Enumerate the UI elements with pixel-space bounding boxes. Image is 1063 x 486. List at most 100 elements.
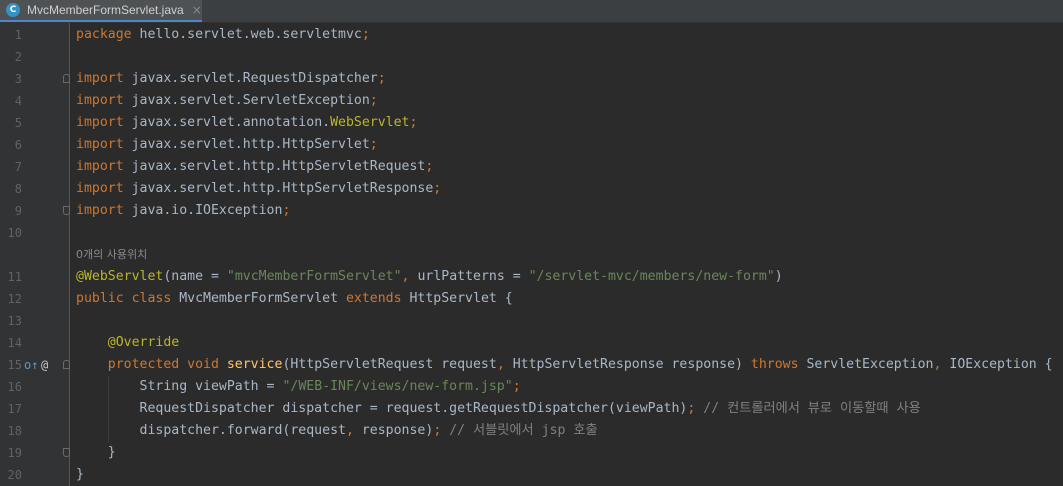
code-line: 17 RequestDispatcher dispatcher = reques… [0,398,1063,420]
code-line: 5 import javax.servlet.annotation.WebServ… [0,112,1063,134]
line-number: 15 [7,358,22,372]
override-method-icon[interactable]: o↑ [24,354,38,376]
code-token: ServletException [806,357,934,372]
code-text[interactable]: } [76,442,116,464]
line-number: 19 [7,446,22,460]
line-number: 3 [14,72,22,86]
code-token: javax.servlet.annotation. [123,115,331,130]
code-text[interactable]: import javax.servlet.RequestDispatcher; [76,68,386,90]
line-number: 1 [14,28,22,42]
code-token: javax.servlet.http.HttpServlet [123,137,370,152]
line-number: 10 [7,226,22,240]
code-line: 13 [0,310,1063,332]
code-token: protected void [107,357,227,372]
code-line: 12 public class MvcMemberFormServlet exte… [0,288,1063,310]
tab-label: MvcMemberFormServlet.java [27,3,184,17]
code-token: urlPatterns = [417,269,529,284]
fold-marker-icon[interactable] [63,360,70,369]
code-token: @WebServlet [76,269,164,284]
code-token: HttpServletResponse response) [512,357,751,372]
indent-guide [108,376,109,442]
code-token: import [76,115,124,130]
code-token: ; [282,203,291,218]
code-text[interactable]: @WebServlet(name = "mvcMemberFormServlet… [76,266,783,288]
code-token: , [933,357,950,372]
code-token: , [401,269,418,284]
line-number: 7 [14,160,22,174]
editor-tab-bar: C MvcMemberFormServlet.java × [0,0,1063,23]
code-line: 20} [0,464,1063,486]
code-line: 9 import java.io.IOException; [0,200,1063,222]
code-token: import [76,71,124,86]
code-token: } [76,445,116,460]
code-token: import [76,203,124,218]
code-token: import [76,137,124,152]
code-line: 2 [0,46,1063,68]
code-token: // 서블릿에서 jsp 호출 [449,423,598,438]
code-token: ; [409,115,418,130]
usage-hint[interactable]: 0개의 사용위치 [76,244,147,266]
code-token: import [76,181,124,196]
code-token: "mvcMemberFormServlet" [226,269,402,284]
code-text[interactable]: String viewPath = "/WEB-INF/views/new-fo… [76,376,521,398]
code-token: ; [369,137,378,152]
code-text[interactable]: import javax.servlet.annotation.WebServl… [76,112,417,134]
code-token: RequestDispatcher dispatcher = request.g… [76,401,688,416]
code-token: ; [433,423,450,438]
code-token: ; [377,71,386,86]
line-number: 4 [14,94,22,108]
code-text[interactable]: import javax.servlet.http.HttpServletReq… [76,156,433,178]
code-line: 10 [0,222,1063,244]
code-token: "/WEB-INF/views/new-form.jsp" [282,379,513,394]
code-line: 16 String viewPath = "/WEB-INF/views/new… [0,376,1063,398]
code-line: 8 import javax.servlet.http.HttpServletRe… [0,178,1063,200]
code-text[interactable]: @Override [76,332,179,354]
code-token: throws [750,357,807,372]
fold-marker-icon[interactable] [63,206,70,215]
code-token: @Override [107,335,180,350]
code-token: javax.servlet.ServletException [123,93,370,108]
code-line: 3 import javax.servlet.RequestDispatcher; [0,68,1063,90]
code-line: 15 o↑ @ protected void service(HttpServlet… [0,354,1063,376]
code-text[interactable]: package hello.servlet.web.servletmvc; [76,24,370,46]
java-class-icon: C [6,3,20,17]
code-token: service [226,357,283,372]
code-token: public class [76,291,180,306]
line-number: 8 [14,182,22,196]
code-line: 6 import javax.servlet.http.HttpServlet; [0,134,1063,156]
line-number: 16 [7,380,22,394]
code-token: dispatcher.forward(request [76,423,346,438]
code-text[interactable]: public class MvcMemberFormServlet extend… [76,288,513,310]
line-number: 14 [7,336,22,350]
code-token: hello.servlet.web.servletmvc [131,27,362,42]
line-number: 12 [7,292,22,306]
code-token: javax.servlet.http.HttpServletResponse [123,181,434,196]
code-token: (HttpServletRequest request [282,357,497,372]
annotation-icon[interactable]: @ [41,354,48,376]
code-text[interactable]: import javax.servlet.http.HttpServletRes… [76,178,441,200]
code-line: 14 @Override [0,332,1063,354]
code-token: WebServlet [330,115,410,130]
fold-marker-icon[interactable] [63,448,70,457]
code-text[interactable]: protected void service(HttpServletReques… [76,354,1053,376]
code-text[interactable]: import javax.servlet.ServletException; [76,90,378,112]
usage-hint-row: 0개의 사용위치 [0,244,1063,266]
tab-mvc-member-form-servlet[interactable]: C MvcMemberFormServlet.java × [0,0,202,22]
code-text[interactable]: dispatcher.forward(request, response); /… [76,420,598,442]
code-line: 4 import javax.servlet.ServletException; [0,90,1063,112]
code-text[interactable]: RequestDispatcher dispatcher = request.g… [76,398,921,420]
close-icon[interactable]: × [192,3,202,17]
code-line: 19 } [0,442,1063,464]
code-text[interactable]: import java.io.IOException; [76,200,290,222]
line-number: 13 [7,314,22,328]
code-text[interactable]: import javax.servlet.http.HttpServlet; [76,134,378,156]
code-text[interactable]: } [76,464,84,486]
code-token: ) [774,269,783,284]
code-token: package [76,27,132,42]
code-token: import [76,159,124,174]
code-token: , [345,423,362,438]
fold-marker-icon[interactable] [63,74,70,83]
line-number: 9 [14,204,22,218]
code-token: ; [361,27,370,42]
line-number: 17 [7,402,22,416]
